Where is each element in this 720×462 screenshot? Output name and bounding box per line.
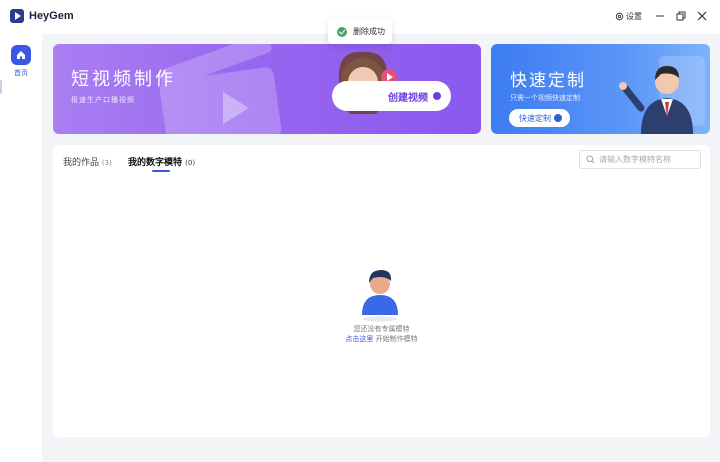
- toast-message: 删除成功: [353, 27, 385, 36]
- empty-state-link-suffix: 开始制作模特: [373, 335, 418, 343]
- search-input[interactable]: [599, 155, 699, 164]
- minimize-icon[interactable]: [654, 10, 666, 22]
- tab-my-models-count: (0): [185, 159, 196, 167]
- settings-button[interactable]: 设置: [615, 11, 642, 22]
- success-toast: 删除成功: [328, 19, 392, 44]
- short-video-banner[interactable]: 短视频制作 极速生产口播视频 创建视频: [53, 44, 481, 134]
- sidebar-item-home-label: 首页: [14, 69, 28, 77]
- create-video-label: 创建视频: [388, 93, 428, 104]
- active-tab-indicator: [152, 170, 170, 172]
- tab-my-models[interactable]: 我的数字模特 (0): [128, 155, 195, 168]
- close-icon[interactable]: [696, 10, 708, 22]
- empty-state-message: 您还没有专属模特: [353, 325, 410, 333]
- short-video-title: 短视频制作: [71, 69, 176, 90]
- start-model-link[interactable]: 点击这里: [345, 335, 373, 343]
- empty-avatar-icon: [362, 270, 398, 322]
- tab-my-works[interactable]: 我的作品 (3): [63, 155, 112, 168]
- gear-icon: [615, 12, 624, 21]
- restore-icon[interactable]: [675, 10, 687, 22]
- quick-custom-subtitle: 只需一个视频快速定制: [510, 94, 580, 102]
- app-logo: HeyGem: [10, 9, 74, 23]
- sidebar-item-home[interactable]: [11, 45, 31, 65]
- quick-custom-button-label: 快速定制: [519, 114, 551, 123]
- logo-play-icon: [10, 9, 24, 23]
- content-panel: 我的作品 (3) 我的数字模特 (0) 您还没有专属模特 点击这里 开始制作模特: [53, 145, 710, 437]
- tab-my-works-count: (3): [101, 159, 112, 167]
- sidebar-active-indicator: [0, 80, 2, 94]
- home-icon: [17, 51, 25, 59]
- app-name: HeyGem: [29, 10, 74, 22]
- tab-my-works-label: 我的作品: [63, 158, 100, 168]
- check-circle-icon: [337, 26, 347, 37]
- empty-state: 您还没有专属模特 点击这里 开始制作模特: [53, 324, 710, 344]
- short-video-subtitle: 极速生产口播视频: [71, 96, 135, 104]
- arrow-right-icon: [554, 114, 562, 122]
- settings-label: 设置: [626, 12, 642, 21]
- tab-my-models-label: 我的数字模特: [128, 158, 183, 168]
- quick-custom-banner[interactable]: 快速定制 只需一个视频快速定制 快速定制: [491, 44, 710, 134]
- arrow-right-icon: [433, 92, 441, 100]
- quick-custom-button[interactable]: 快速定制: [509, 109, 570, 127]
- sidebar: 首页: [0, 34, 42, 462]
- search-icon: [586, 155, 595, 164]
- model-search[interactable]: [579, 150, 701, 169]
- quick-custom-title: 快速定制: [510, 71, 586, 91]
- create-video-button[interactable]: 创建视频: [332, 81, 451, 111]
